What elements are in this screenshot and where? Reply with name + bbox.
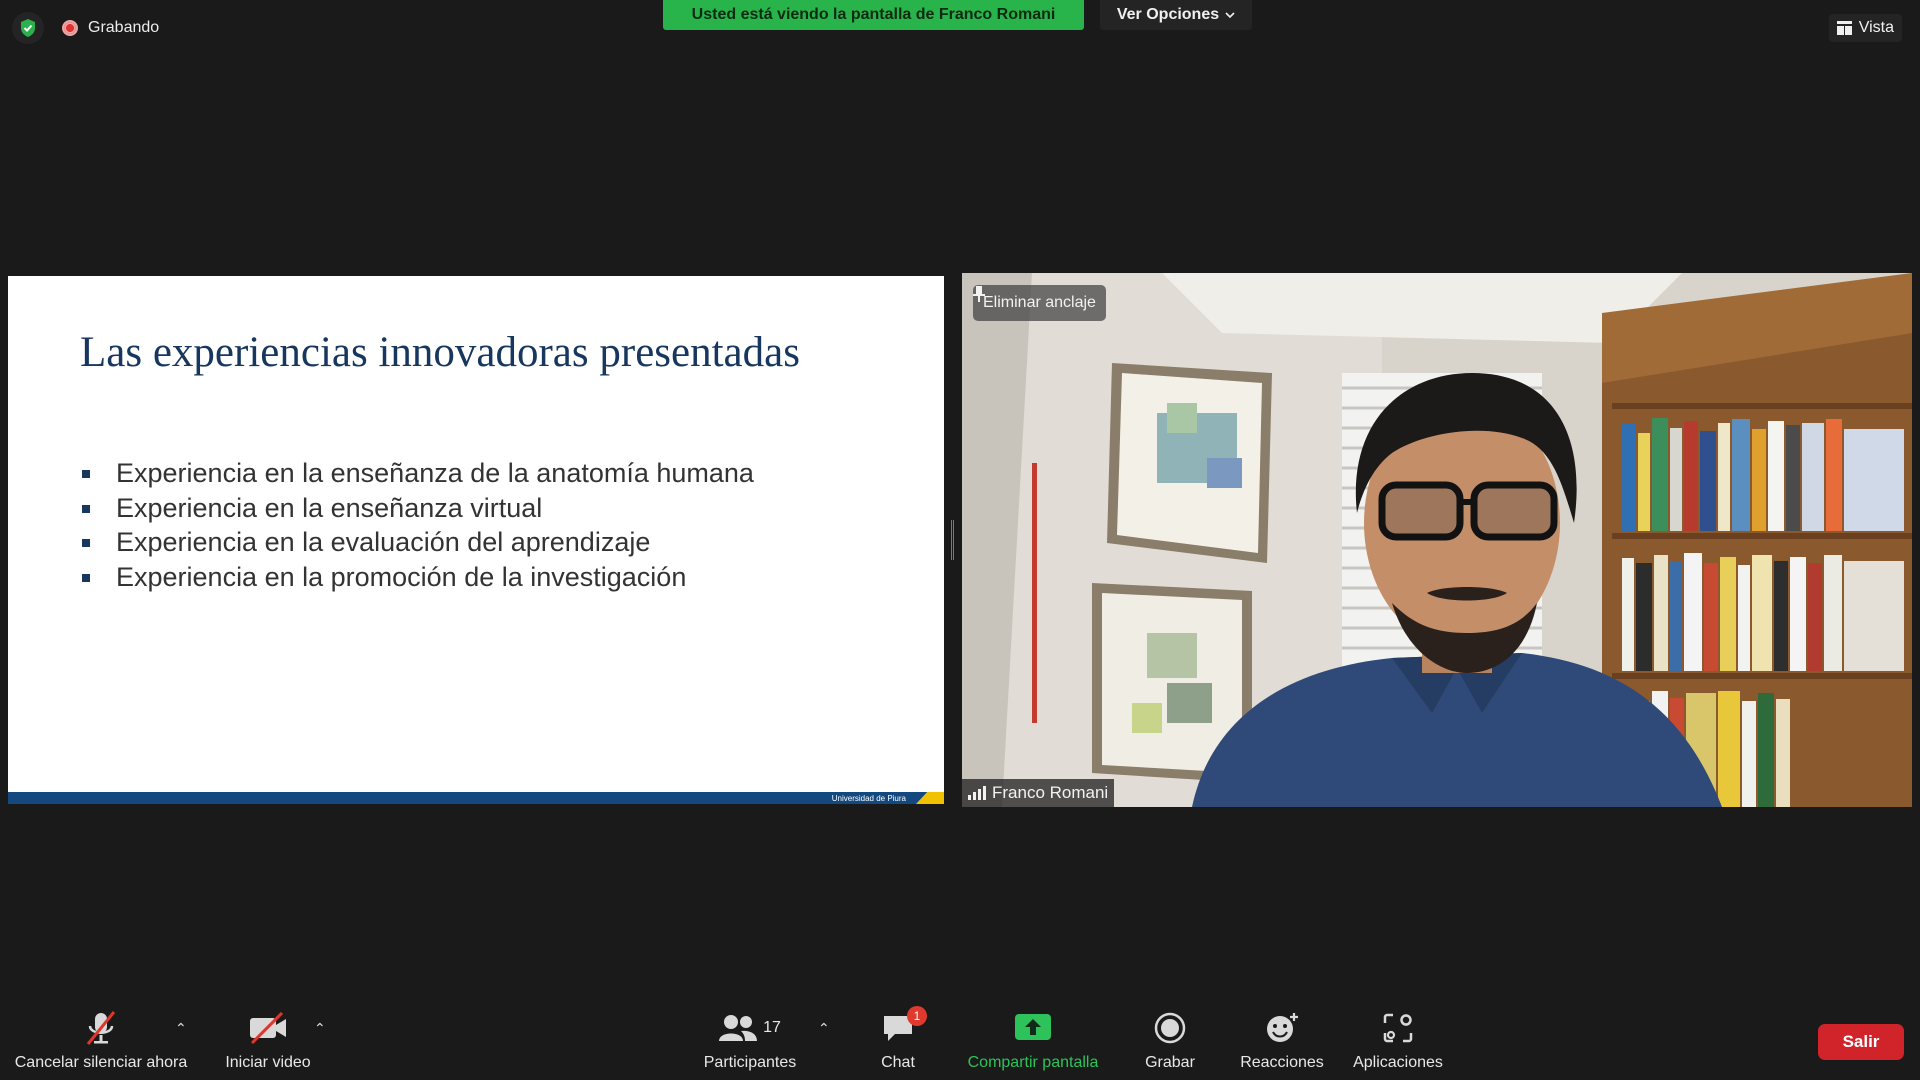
slide-footer-text: Universidad de Piura [831, 794, 906, 803]
chat-icon: 1 [881, 1006, 927, 1048]
signal-icon [968, 786, 986, 800]
exit-meeting-button[interactable]: Salir [1818, 1024, 1904, 1060]
slide-footer-accent [916, 792, 944, 804]
meeting-toolbar: Cancelar silenciar ahora ⌃ Iniciar video… [0, 998, 1920, 1080]
share-screen-button[interactable]: Compartir pantalla [958, 998, 1108, 1080]
participant-name-tag: Franco Romani [962, 779, 1115, 807]
zoom-meeting-window: Grabando Usted está viendo la pantalla d… [0, 0, 1920, 1080]
participant-name: Franco Romani [992, 783, 1109, 802]
apps-label: Aplicaciones [1353, 1054, 1443, 1071]
audio-options-chevron-icon[interactable]: ⌃ [175, 1020, 187, 1037]
view-options-button[interactable]: Ver Opciones [1100, 0, 1252, 30]
recording-label: Grabando [88, 19, 160, 36]
grid-view-icon [1836, 21, 1852, 35]
remove-pin-button[interactable]: Eliminar anclaje [973, 285, 1106, 321]
start-video-button[interactable]: Iniciar video [214, 998, 322, 1080]
share-banner: Usted está viendo la pantalla de Franco … [663, 0, 1084, 30]
split-resize-handle[interactable] [951, 520, 954, 560]
record-dot-icon [62, 20, 78, 36]
apps-icon [1383, 1008, 1413, 1048]
participants-icon: 17 [719, 1008, 781, 1048]
chevron-down-icon [1225, 12, 1235, 19]
slide-bullet: Experiencia en la enseñanza virtual [82, 491, 754, 526]
slide-bullet: Experiencia en la promoción de la invest… [82, 560, 754, 595]
pin-icon [973, 286, 985, 302]
share-screen-label: Compartir pantalla [967, 1054, 1099, 1071]
bullet-square-icon [82, 504, 90, 513]
view-button-label: Vista [1858, 19, 1894, 36]
chat-label: Chat [881, 1054, 915, 1071]
chat-badge: 1 [907, 1006, 927, 1026]
unmute-label: Cancelar silenciar ahora [14, 1054, 188, 1071]
remove-pin-label: Eliminar anclaje [983, 294, 1096, 311]
participants-count: 17 [763, 1019, 781, 1036]
share-screen-icon [1015, 1008, 1051, 1048]
reactions-button[interactable]: Reacciones [1236, 998, 1328, 1080]
reactions-icon [1265, 1008, 1299, 1048]
record-icon [1154, 1008, 1186, 1048]
apps-button[interactable]: Aplicaciones [1346, 998, 1450, 1080]
slide-bullet: Experiencia en la enseñanza de la anatom… [82, 456, 754, 491]
mic-off-icon [83, 1008, 119, 1048]
view-button[interactable]: Vista [1828, 14, 1902, 42]
reactions-label: Reacciones [1240, 1054, 1324, 1071]
record-button[interactable]: Grabar [1136, 998, 1204, 1080]
shield-check-icon[interactable] [12, 12, 44, 44]
slide-title: Las experiencias innovadoras presentadas [80, 329, 800, 376]
bullet-square-icon [82, 539, 90, 547]
participants-options-chevron-icon[interactable]: ⌃ [818, 1020, 830, 1037]
shared-slide: Las experiencias innovadoras presentadas… [8, 276, 944, 804]
chat-button[interactable]: 1 Chat [866, 998, 930, 1080]
bullet-square-icon [82, 573, 90, 582]
video-options-chevron-icon[interactable]: ⌃ [314, 1020, 326, 1037]
unmute-button[interactable]: Cancelar silenciar ahora [12, 998, 190, 1080]
video-off-icon [248, 1008, 288, 1048]
participants-label: Participantes [703, 1054, 797, 1071]
recording-indicator[interactable]: Grabando [62, 19, 159, 37]
record-label: Grabar [1145, 1054, 1195, 1071]
start-video-label: Iniciar video [225, 1054, 311, 1071]
bullet-square-icon [82, 470, 90, 478]
top-left-status: Grabando [12, 12, 159, 44]
slide-bullet: Experiencia en la evaluación del aprendi… [82, 525, 754, 560]
slide-footer-bar: Universidad de Piura [8, 792, 944, 804]
participants-button[interactable]: 17 Participantes [694, 998, 806, 1080]
view-options-label: Ver Opciones [1116, 6, 1220, 23]
slide-bullet-list: Experiencia en la enseñanza de la anatom… [82, 456, 754, 594]
participant-video[interactable]: Eliminar anclaje Franco Romani [962, 273, 1912, 807]
video-frame [962, 273, 1912, 807]
